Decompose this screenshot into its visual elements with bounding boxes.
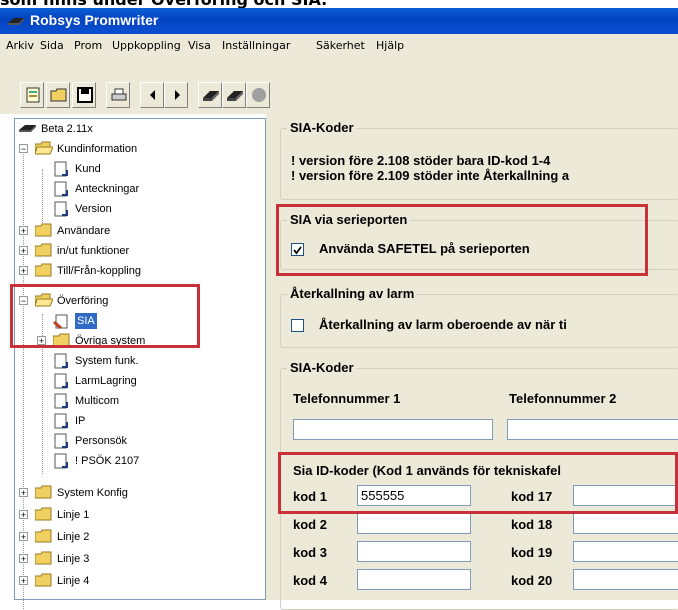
folder-icon	[35, 551, 52, 565]
kod4-label: kod 4	[293, 573, 327, 588]
group-recall: Återkallning av larm Återkallning av lar…	[280, 286, 678, 348]
document-icon	[54, 453, 68, 469]
folder-icon	[35, 529, 52, 543]
save-icon	[77, 87, 93, 103]
save-button[interactable]	[72, 82, 96, 108]
tel1-input[interactable]	[293, 419, 493, 440]
expand-toggle[interactable]: +	[37, 336, 46, 346]
kod19-label: kod 19	[511, 545, 553, 560]
version-note-1: ! version före 2.108 stöder bara ID-kod …	[291, 153, 551, 168]
write-icon	[227, 91, 243, 101]
document-icon	[54, 353, 68, 369]
menu-visa[interactable]: Visa	[188, 39, 211, 52]
menu-hjalp[interactable]: Hjälp	[376, 39, 404, 52]
settings-panel: SIA-Koder ! version före 2.108 stöder ba…	[270, 114, 678, 610]
kod18-label: kod 18	[511, 517, 553, 532]
device-icon	[19, 125, 36, 132]
forward-button[interactable]	[164, 82, 188, 108]
document-caption: som finns under Överföring och SIA.	[0, 0, 678, 8]
read-icon	[203, 91, 219, 101]
folder-icon	[35, 573, 52, 587]
checkmark-icon	[293, 246, 302, 255]
document-icon	[54, 181, 68, 197]
kod19-input[interactable]	[573, 541, 678, 562]
document-icon	[54, 373, 68, 389]
app-icon	[8, 18, 24, 25]
kod2-input[interactable]	[357, 513, 471, 534]
expand-toggle[interactable]: +	[19, 226, 28, 236]
navigation-tree[interactable]: Beta 2.11x − Kundinformation Kund Anteck…	[14, 118, 266, 609]
id-codes-title: Sia ID-koder (Kod 1 används för tekniska…	[293, 463, 562, 478]
kod1-label: kod 1	[293, 489, 327, 504]
kod3-label: kod 3	[293, 545, 327, 560]
kod17-label: kod 17	[511, 489, 553, 504]
folder-open-icon	[35, 293, 53, 307]
toolbar	[0, 58, 678, 114]
print-button[interactable]	[106, 82, 130, 108]
menu-sida[interactable]: Sida	[40, 39, 64, 52]
document-icon	[54, 413, 68, 429]
folder-icon	[35, 243, 52, 257]
menu-prom[interactable]: Prom	[74, 39, 102, 52]
back-button[interactable]	[140, 82, 164, 108]
window-title-bar[interactable]: Robsys Promwriter	[0, 8, 678, 34]
recall-checkbox[interactable]	[291, 319, 304, 332]
new-icon	[26, 87, 40, 103]
expand-toggle[interactable]: +	[19, 488, 28, 498]
read-button[interactable]	[198, 82, 222, 108]
serial-checkbox-label: Använda SAFETEL på serieporten	[319, 241, 530, 256]
folder-open-icon	[35, 141, 53, 155]
print-icon	[111, 88, 127, 101]
expand-toggle[interactable]: +	[19, 554, 28, 564]
tel1-label: Telefonnummer 1	[293, 391, 401, 406]
folder-icon	[53, 333, 70, 347]
stop-icon	[252, 88, 266, 102]
open-icon	[50, 88, 67, 102]
document-icon	[54, 161, 68, 177]
folder-icon	[35, 485, 52, 499]
open-button[interactable]	[46, 82, 70, 108]
menu-bar: Arkiv Sida Prom Uppkoppling Visa Inställ…	[0, 34, 678, 58]
kod20-input[interactable]	[573, 569, 678, 590]
tel2-input[interactable]	[507, 419, 678, 440]
folder-icon	[35, 223, 52, 237]
collapse-toggle[interactable]: −	[19, 144, 28, 154]
document-edit-icon	[53, 314, 68, 329]
recall-checkbox-label: Återkallning av larm oberoende av när ti	[319, 317, 567, 332]
expand-toggle[interactable]: +	[19, 532, 28, 542]
new-button[interactable]	[20, 82, 44, 108]
version-note-2: ! version före 2.109 stöder inte Återkal…	[291, 168, 570, 183]
write-button[interactable]	[222, 82, 246, 108]
menu-sakerhet[interactable]: Säkerhet	[316, 39, 365, 52]
kod20-label: kod 20	[511, 573, 553, 588]
tel2-label: Telefonnummer 2	[509, 391, 617, 406]
expand-toggle[interactable]: +	[19, 266, 28, 276]
kod17-input[interactable]	[573, 485, 678, 506]
menu-installningar[interactable]: Inställningar	[222, 39, 290, 52]
menu-uppkoppling[interactable]: Uppkoppling	[112, 39, 181, 52]
window-title: Robsys Promwriter	[30, 12, 159, 28]
document-icon	[54, 433, 68, 449]
kod1-input[interactable]: 555555	[357, 485, 471, 506]
group-sia-koder-info: SIA-Koder ! version före 2.108 stöder ba…	[280, 120, 678, 200]
kod3-input[interactable]	[357, 541, 471, 562]
folder-icon	[35, 507, 52, 521]
group-sia-serial: SIA via serieporten Använda SAFETEL på s…	[280, 212, 678, 270]
serial-checkbox[interactable]	[291, 243, 304, 256]
folder-icon	[35, 263, 52, 277]
back-arrow-icon	[150, 90, 155, 100]
menu-arkiv[interactable]: Arkiv	[6, 39, 34, 52]
group-sia-codes: SIA-Koder Telefonnummer 1 Telefonnummer …	[280, 360, 678, 610]
expand-toggle[interactable]: +	[19, 246, 28, 256]
document-icon	[54, 201, 68, 217]
collapse-toggle[interactable]: −	[19, 296, 28, 306]
document-icon	[54, 393, 68, 409]
forward-arrow-icon	[175, 90, 180, 100]
kod4-input[interactable]	[357, 569, 471, 590]
kod18-input[interactable]	[573, 513, 678, 534]
kod2-label: kod 2	[293, 517, 327, 532]
stop-button[interactable]	[246, 82, 270, 108]
expand-toggle[interactable]: +	[19, 510, 28, 520]
expand-toggle[interactable]: +	[19, 576, 28, 586]
